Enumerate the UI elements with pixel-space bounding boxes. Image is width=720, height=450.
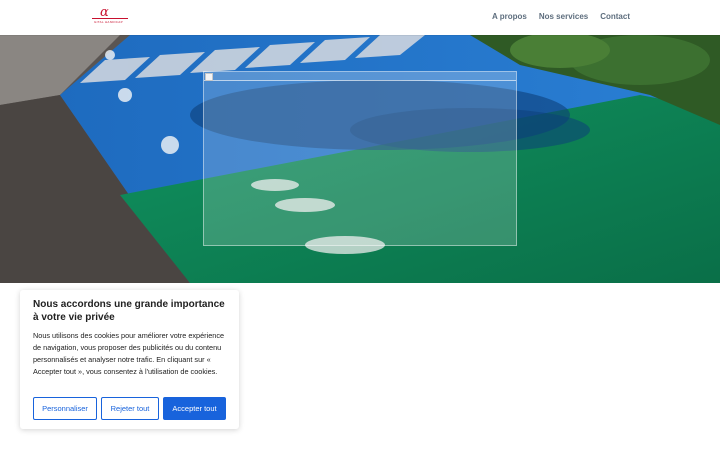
- site-logo[interactable]: α GITAL HANDICAP: [92, 5, 128, 26]
- reject-all-button[interactable]: Rejeter tout: [101, 397, 159, 420]
- accept-all-button[interactable]: Accepter tout: [163, 397, 226, 420]
- cookie-title: Nous accordons une grande importance à v…: [33, 299, 225, 323]
- customize-button[interactable]: Personnaliser: [33, 397, 97, 420]
- site-header: α GITAL HANDICAP A propos Nos services C…: [0, 0, 720, 35]
- broken-image-icon: [205, 73, 213, 81]
- logo-subtitle: GITAL HANDICAP: [94, 20, 123, 24]
- nav-link-contact[interactable]: Contact: [600, 12, 630, 22]
- hero-banner: [0, 35, 720, 283]
- nav-link-nos-services[interactable]: Nos services: [539, 12, 588, 22]
- cookie-consent-dialog: Nous accordons une grande importance à v…: [20, 290, 239, 429]
- overlay-top-bar: [204, 72, 516, 81]
- cookie-button-row: Personnaliser Rejeter tout Accepter tout: [33, 397, 226, 420]
- logo-underline: [92, 18, 128, 19]
- cookie-description: Nous utilisons des cookies pour améliore…: [33, 331, 225, 376]
- nav-link-a-propos[interactable]: A propos: [492, 12, 527, 22]
- hero-overlay-panel: [203, 71, 517, 246]
- main-nav: A propos Nos services Contact: [492, 12, 630, 22]
